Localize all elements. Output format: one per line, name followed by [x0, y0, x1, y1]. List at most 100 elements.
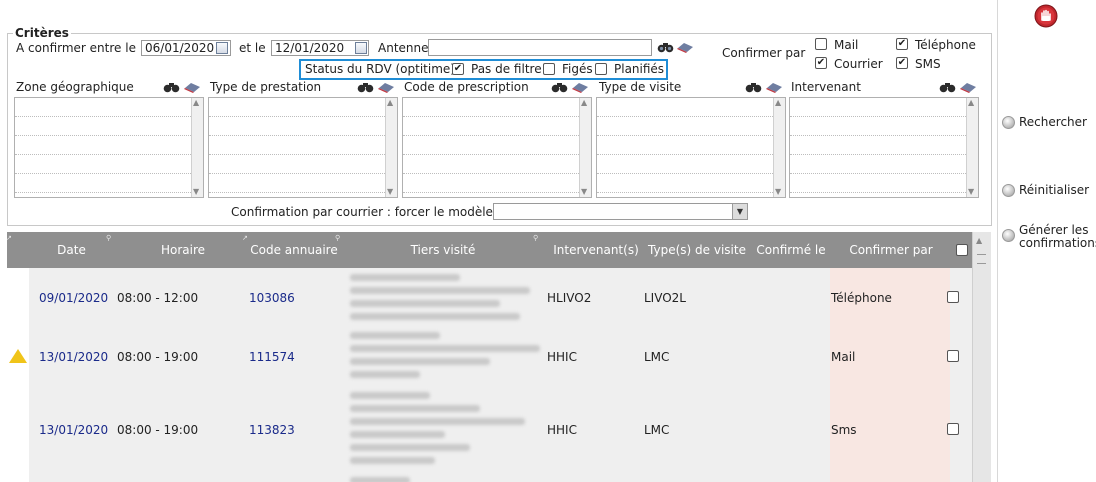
binoculars-icon[interactable] — [551, 81, 568, 93]
results-table-body: 09/01/2020 08:00 - 12:00 103086 HLIVO2 L… — [7, 268, 972, 482]
visite-listbox[interactable]: ▲ ▼ — [596, 97, 786, 198]
no-filter-checkbox[interactable]: ✔ — [452, 63, 464, 75]
search-icon[interactable]: ⚲ — [106, 234, 111, 242]
antenne-label: Antenne — [378, 41, 429, 55]
sms-checkbox[interactable]: ✔ — [896, 57, 908, 69]
warning-icon — [9, 349, 27, 363]
column-header-horaire[interactable]: Horaire — [114, 232, 252, 268]
column-header-code[interactable]: Code annuaire — [245, 232, 343, 268]
sort-icon[interactable]: ↗ — [242, 234, 248, 242]
search-icon[interactable]: ⚲ — [335, 234, 340, 242]
row-horaire: 08:00 - 19:00 — [117, 350, 199, 364]
filter-label-zone: Zone géographique — [16, 80, 134, 94]
search-button-icon[interactable] — [1002, 116, 1015, 129]
chevron-down-icon[interactable]: ▼ — [732, 204, 747, 219]
row-confirmer-par: Sms — [831, 423, 857, 437]
column-header-date[interactable]: Date — [29, 232, 114, 268]
calendar-icon[interactable] — [355, 42, 367, 54]
filter-label-intervenant: Intervenant — [791, 80, 861, 94]
eraser-icon[interactable] — [960, 81, 977, 93]
row-confirmer-par: Mail — [831, 350, 856, 364]
search-button[interactable]: Rechercher — [1019, 116, 1087, 129]
eraser-icon[interactable] — [766, 81, 783, 93]
row-horaire: 08:00 - 12:00 — [117, 291, 199, 305]
mail-checkbox[interactable] — [815, 38, 827, 50]
figes-label: Figés — [562, 62, 593, 76]
prescription-listbox[interactable]: ▲ ▼ — [402, 97, 592, 198]
courrier-checkbox[interactable]: ✔ — [815, 57, 827, 69]
row-intervenant: HHIC — [547, 350, 577, 364]
no-filter-label: Pas de filtre — [471, 62, 542, 76]
courrier-model-select[interactable]: ▼ — [493, 203, 748, 220]
binoculars-icon[interactable] — [357, 81, 374, 93]
filter-label-visite: Type de visite — [599, 80, 682, 94]
row-checkbox[interactable] — [947, 350, 959, 362]
column-header-type-visite[interactable]: Type(s) de visite — [645, 232, 749, 268]
confirm-by-label: Confirmer par — [722, 46, 806, 60]
tiers-visite-blurred — [347, 272, 542, 322]
row-type-visite: LIVO2L — [644, 291, 686, 305]
row-date[interactable]: 13/01/2020 — [39, 423, 108, 437]
column-header-tiers[interactable]: Tiers visité — [343, 232, 543, 268]
eraser-icon[interactable] — [677, 41, 694, 53]
eraser-icon[interactable] — [378, 81, 395, 93]
row-type-visite: LMC — [644, 350, 670, 364]
binoculars-icon[interactable] — [939, 81, 956, 93]
binoculars-icon[interactable] — [163, 81, 180, 93]
mail-option-label: Mail — [834, 38, 859, 52]
generate-button-line1[interactable]: Générer les — [1019, 224, 1088, 237]
row-checkbox[interactable] — [947, 423, 959, 435]
figes-checkbox[interactable] — [543, 63, 555, 75]
chevron-up-icon[interactable]: ▲ — [976, 236, 982, 245]
search-icon[interactable]: ⚲ — [533, 234, 538, 242]
date-from-value: 06/01/2020 — [145, 41, 215, 55]
row-type-visite: LMC — [644, 423, 670, 437]
generate-button-icon[interactable] — [1002, 229, 1015, 242]
row-horaire: 08:00 - 19:00 — [117, 423, 199, 437]
binoculars-icon[interactable] — [745, 81, 762, 93]
column-header-intervenant[interactable]: Intervenant(s) — [550, 232, 642, 268]
courrier-model-label: Confirmation par courrier : forcer le mo… — [231, 205, 493, 219]
table-row[interactable]: 13/01/2020 08:00 - 19:00 111574 HHIC LMC… — [7, 326, 972, 386]
row-code[interactable]: 111574 — [249, 350, 295, 364]
binoculars-icon[interactable] — [657, 41, 674, 53]
row-checkbox[interactable] — [947, 291, 959, 303]
table-row[interactable]: 09/01/2020 08:00 - 12:00 103086 HLIVO2 L… — [7, 268, 972, 326]
row-date[interactable]: 09/01/2020 — [39, 291, 108, 305]
row-code[interactable]: 113823 — [249, 423, 295, 437]
column-header-confirme-le[interactable]: Confirmé le — [749, 232, 833, 268]
row-intervenant: HLIVO2 — [547, 291, 592, 305]
eraser-icon[interactable] — [572, 81, 589, 93]
stop-hand-icon[interactable] — [1034, 4, 1058, 28]
row-confirmer-par: Téléphone — [831, 291, 892, 305]
reset-button[interactable]: Réinitialiser — [1019, 184, 1089, 197]
scroll-grip-icon[interactable] — [977, 254, 986, 264]
telephone-checkbox[interactable]: ✔ — [896, 38, 908, 50]
eraser-icon[interactable] — [184, 81, 201, 93]
filter-label-prescription: Code de prescription — [404, 80, 529, 94]
antenne-input[interactable] — [428, 39, 652, 56]
table-scrollbar[interactable]: ▲ — [972, 232, 991, 482]
results-table-header: Date Horaire Code annuaire Tiers visité … — [6, 232, 972, 268]
telephone-option-label: Téléphone — [915, 38, 976, 52]
date-and-label: et le — [239, 41, 266, 55]
filter-label-prestation: Type de prestation — [210, 80, 322, 94]
sidebar-separator — [997, 0, 998, 482]
intervenant-listbox[interactable]: ▲ ▼ — [789, 97, 979, 198]
row-date[interactable]: 13/01/2020 — [39, 350, 108, 364]
sort-icon[interactable]: ↗ — [6, 234, 12, 242]
status-label: Status du RDV (optitime) — [305, 62, 455, 76]
row-code[interactable]: 103086 — [249, 291, 295, 305]
tiers-visite-blurred — [347, 330, 542, 382]
planifies-checkbox[interactable] — [595, 63, 607, 75]
calendar-icon[interactable] — [216, 42, 228, 54]
column-header-confirmer-par[interactable]: Confirmer par — [833, 232, 949, 268]
select-all-checkbox[interactable] — [956, 244, 968, 256]
prestation-listbox[interactable]: ▲ ▼ — [208, 97, 398, 198]
reset-button-icon[interactable] — [1002, 184, 1015, 197]
table-row[interactable]: 13/01/2020 08:00 - 19:00 113823 HHIC LMC… — [7, 386, 972, 482]
row-intervenant: HHIC — [547, 423, 577, 437]
zone-listbox[interactable]: ▲ ▼ — [14, 97, 204, 198]
criteria-title: Critères — [13, 26, 71, 40]
generate-button-line2[interactable]: confirmations — [1019, 237, 1096, 250]
